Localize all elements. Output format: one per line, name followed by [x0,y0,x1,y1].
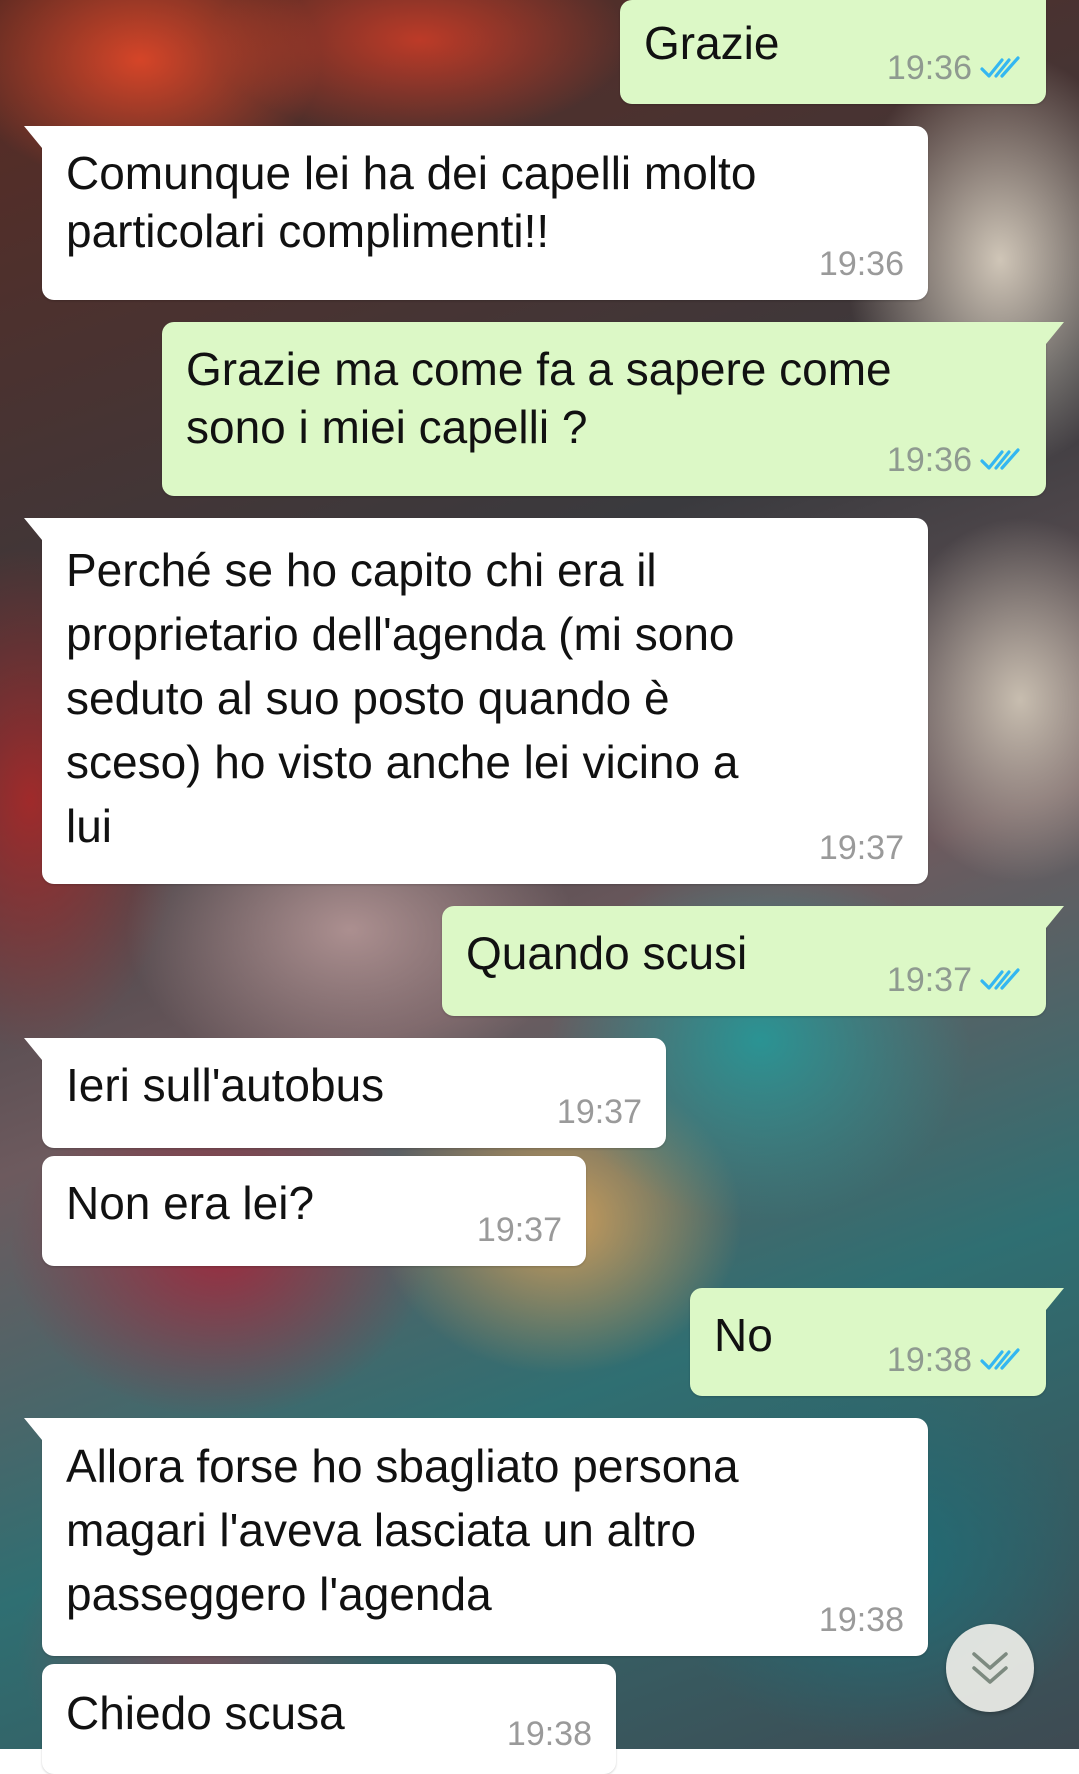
message-incoming[interactable]: Chiedo scusa 19:38 [42,1664,616,1774]
double-check-icon [980,56,1020,78]
message-text: Grazie ma come fa a sapere come sono i m… [186,343,892,453]
message-time: 19:36 [818,245,904,283]
message-text: Quando scusi [466,927,748,979]
message-time: 19:37 [556,1093,642,1131]
bubble-tail [24,1038,42,1060]
bubble-tail [1046,1288,1064,1310]
double-check-icon [980,968,1020,990]
message-text: Grazie [644,17,780,69]
message-time: 19:36 [886,441,972,479]
message-time: 19:38 [886,1341,972,1379]
message-text: Allora forse ho sbagliato persona magari… [66,1440,739,1620]
message-text: No [714,1309,773,1361]
bubble-tail [1046,322,1064,344]
message-text: Non era lei? [66,1177,315,1229]
message-outgoing[interactable]: No 19:38 [690,1288,1064,1396]
message-time: 19:38 [818,1601,904,1639]
message-incoming[interactable]: Comunque lei ha dei capelli molto partic… [24,126,928,300]
bubble-tail [24,518,42,540]
bubble-tail [1046,906,1064,928]
message-time: 19:37 [886,961,972,999]
message-outgoing[interactable]: Grazie 19:36 [620,0,1046,104]
bubble-tail [24,126,42,148]
message-time: 19:38 [506,1715,592,1753]
message-outgoing[interactable]: Quando scusi 19:37 [442,906,1064,1016]
message-incoming[interactable]: Ieri sull'autobus 19:37 [24,1038,666,1148]
double-check-icon [980,1348,1020,1370]
bubble-tail [24,1418,42,1440]
double-check-icon [980,448,1020,470]
message-incoming[interactable]: Allora forse ho sbagliato persona magari… [24,1418,928,1656]
message-text: Perché se ho capito chi era il proprieta… [66,544,739,852]
message-incoming[interactable]: Perché se ho capito chi era il proprieta… [24,518,928,884]
message-time: 19:37 [818,829,904,867]
message-incoming[interactable]: Non era lei? 19:37 [42,1156,586,1266]
message-time: 19:37 [476,1211,562,1249]
message-text: Chiedo scusa [66,1687,345,1739]
message-text: Ieri sull'autobus [66,1059,385,1111]
message-time: 19:36 [886,49,972,87]
chevron-double-down-icon [972,1652,1008,1684]
message-text: Comunque lei ha dei capelli molto partic… [66,147,757,257]
message-outgoing[interactable]: Grazie ma come fa a sapere come sono i m… [162,322,1064,496]
scroll-to-bottom-button[interactable] [946,1624,1034,1712]
